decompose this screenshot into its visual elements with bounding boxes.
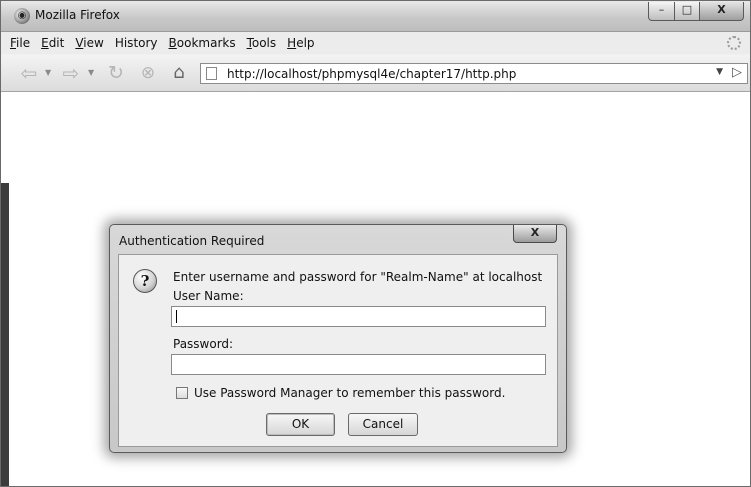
throbber-icon: [727, 36, 741, 50]
menu-tools[interactable]: Tools: [247, 36, 277, 50]
password-label: Password:: [173, 337, 234, 351]
dialog-body: ? Enter username and password for "Realm…: [118, 254, 558, 447]
username-field[interactable]: [171, 306, 546, 327]
navigation-toolbar: ⇦ ▼ ⇨ ▼ ↻ ⊗ ⌂ http://localhost/phpmysql4…: [1, 55, 750, 92]
menu-file[interactable]: File: [10, 36, 30, 50]
dialog-close-button[interactable]: X: [513, 225, 557, 243]
menu-bar: File Edit View History Bookmarks Tools H…: [1, 32, 750, 54]
menu-edit[interactable]: Edit: [41, 36, 64, 50]
username-label: User Name:: [173, 289, 244, 303]
question-icon: ?: [133, 269, 157, 293]
window-controls: – □ X: [648, 2, 744, 21]
remember-password-label[interactable]: Use Password Manager to remember this pa…: [194, 386, 505, 400]
menu-bookmarks[interactable]: Bookmarks: [169, 36, 236, 50]
dialog-title: Authentication Required: [119, 234, 265, 248]
auth-prompt: Enter username and password for "Realm-N…: [173, 270, 543, 284]
browser-window: ◉ Mozilla Firefox – □ X File Edit View H…: [0, 0, 751, 487]
url-text[interactable]: http://localhost/phpmysql4e/chapter17/ht…: [227, 67, 516, 81]
menu-view[interactable]: View: [75, 36, 103, 50]
menu-history[interactable]: History: [115, 36, 158, 50]
forward-history-dropdown-icon[interactable]: ▼: [88, 68, 94, 77]
maximize-button[interactable]: □: [675, 2, 700, 21]
close-window-button[interactable]: X: [700, 2, 744, 21]
url-bar[interactable]: http://localhost/phpmysql4e/chapter17/ht…: [200, 63, 748, 84]
forward-arrow-icon[interactable]: ⇨: [57, 62, 85, 84]
cancel-button[interactable]: Cancel: [348, 413, 418, 436]
home-icon[interactable]: ⌂: [167, 62, 191, 84]
password-field[interactable]: [171, 354, 546, 375]
menu-help[interactable]: Help: [287, 36, 314, 50]
remember-password-checkbox[interactable]: [176, 387, 188, 399]
back-arrow-icon[interactable]: ⇦: [15, 62, 43, 84]
back-history-dropdown-icon[interactable]: ▼: [45, 68, 51, 77]
ok-button[interactable]: OK: [266, 413, 335, 436]
page-icon: [206, 67, 217, 80]
stop-icon[interactable]: ⊗: [136, 62, 160, 84]
window-title: Mozilla Firefox: [35, 8, 120, 22]
minimize-button[interactable]: –: [648, 2, 675, 21]
title-bar: ◉ Mozilla Firefox – □ X: [1, 1, 750, 32]
url-dropdown-icon[interactable]: ▼: [716, 67, 723, 77]
reload-icon[interactable]: ↻: [104, 62, 128, 84]
firefox-logo-icon: ◉: [14, 8, 30, 24]
go-icon[interactable]: ▷: [732, 65, 742, 80]
auth-dialog: Authentication Required X ? Enter userna…: [109, 224, 567, 453]
text-caret: [176, 310, 177, 323]
window-edge-shadow: [1, 183, 9, 486]
